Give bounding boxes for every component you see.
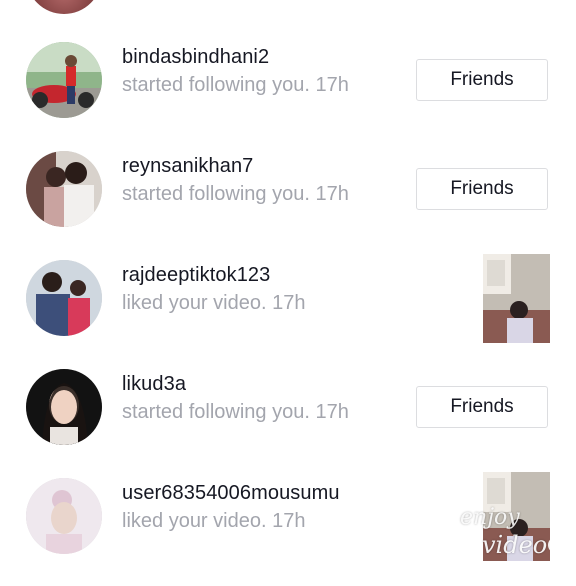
avatar-photo-faded (26, 478, 102, 554)
activity-description: liked your video. 17h (122, 292, 305, 315)
avatar[interactable] (26, 478, 102, 554)
activity-row-like: rajdeeptiktok123 liked your video. 17h (0, 254, 576, 368)
video-thumbnail[interactable] (483, 254, 550, 343)
activity-description: started following you. 17h (122, 401, 349, 424)
avatar-photo-man-child (26, 260, 102, 336)
activity-row-follow: reynsanikhan7 started following you. 17h… (0, 151, 576, 259)
enjoy-video-watermark: enjoy video (448, 505, 568, 565)
video-thumbnail-image (483, 254, 550, 343)
activity-row-follow: bindasbindhani2 started following you. 1… (0, 42, 576, 150)
timestamp: 17h (315, 74, 349, 96)
avatar-photo-couple (26, 151, 102, 227)
username[interactable]: rajdeeptiktok123 (122, 264, 270, 287)
action-text: liked your video. (122, 510, 267, 532)
avatar-photo-woman (26, 369, 102, 445)
avatar[interactable] (26, 369, 102, 445)
watermark-text: video (482, 531, 548, 559)
friends-button[interactable]: Friends (416, 59, 548, 101)
username[interactable]: bindasbindhani2 (122, 46, 269, 69)
username[interactable]: user68354006mousumu (122, 482, 340, 505)
avatar-partial-previous-row[interactable] (26, 0, 102, 14)
play-icon (548, 537, 564, 553)
timestamp: 17h (272, 510, 306, 532)
activity-description: liked your video. 17h (122, 510, 305, 533)
action-text: started following you. (122, 183, 310, 205)
avatar[interactable] (26, 42, 102, 118)
timestamp: 17h (315, 183, 349, 205)
action-text: liked your video. (122, 292, 267, 314)
action-text: started following you. (122, 74, 310, 96)
avatar-photo-motorbike (26, 42, 102, 118)
avatar[interactable] (26, 151, 102, 227)
activity-description: started following you. 17h (122, 183, 349, 206)
username[interactable]: reynsanikhan7 (122, 155, 253, 178)
action-text: started following you. (122, 401, 310, 423)
friends-button[interactable]: Friends (416, 168, 548, 210)
username[interactable]: likud3a (122, 373, 186, 396)
activity-row-follow: likud3a started following you. 17h Frien… (0, 369, 576, 477)
watermark-text: enjoy (460, 505, 520, 530)
timestamp: 17h (272, 292, 306, 314)
friends-button[interactable]: Friends (416, 386, 548, 428)
activity-description: started following you. 17h (122, 74, 349, 97)
timestamp: 17h (315, 401, 349, 423)
avatar[interactable] (26, 260, 102, 336)
